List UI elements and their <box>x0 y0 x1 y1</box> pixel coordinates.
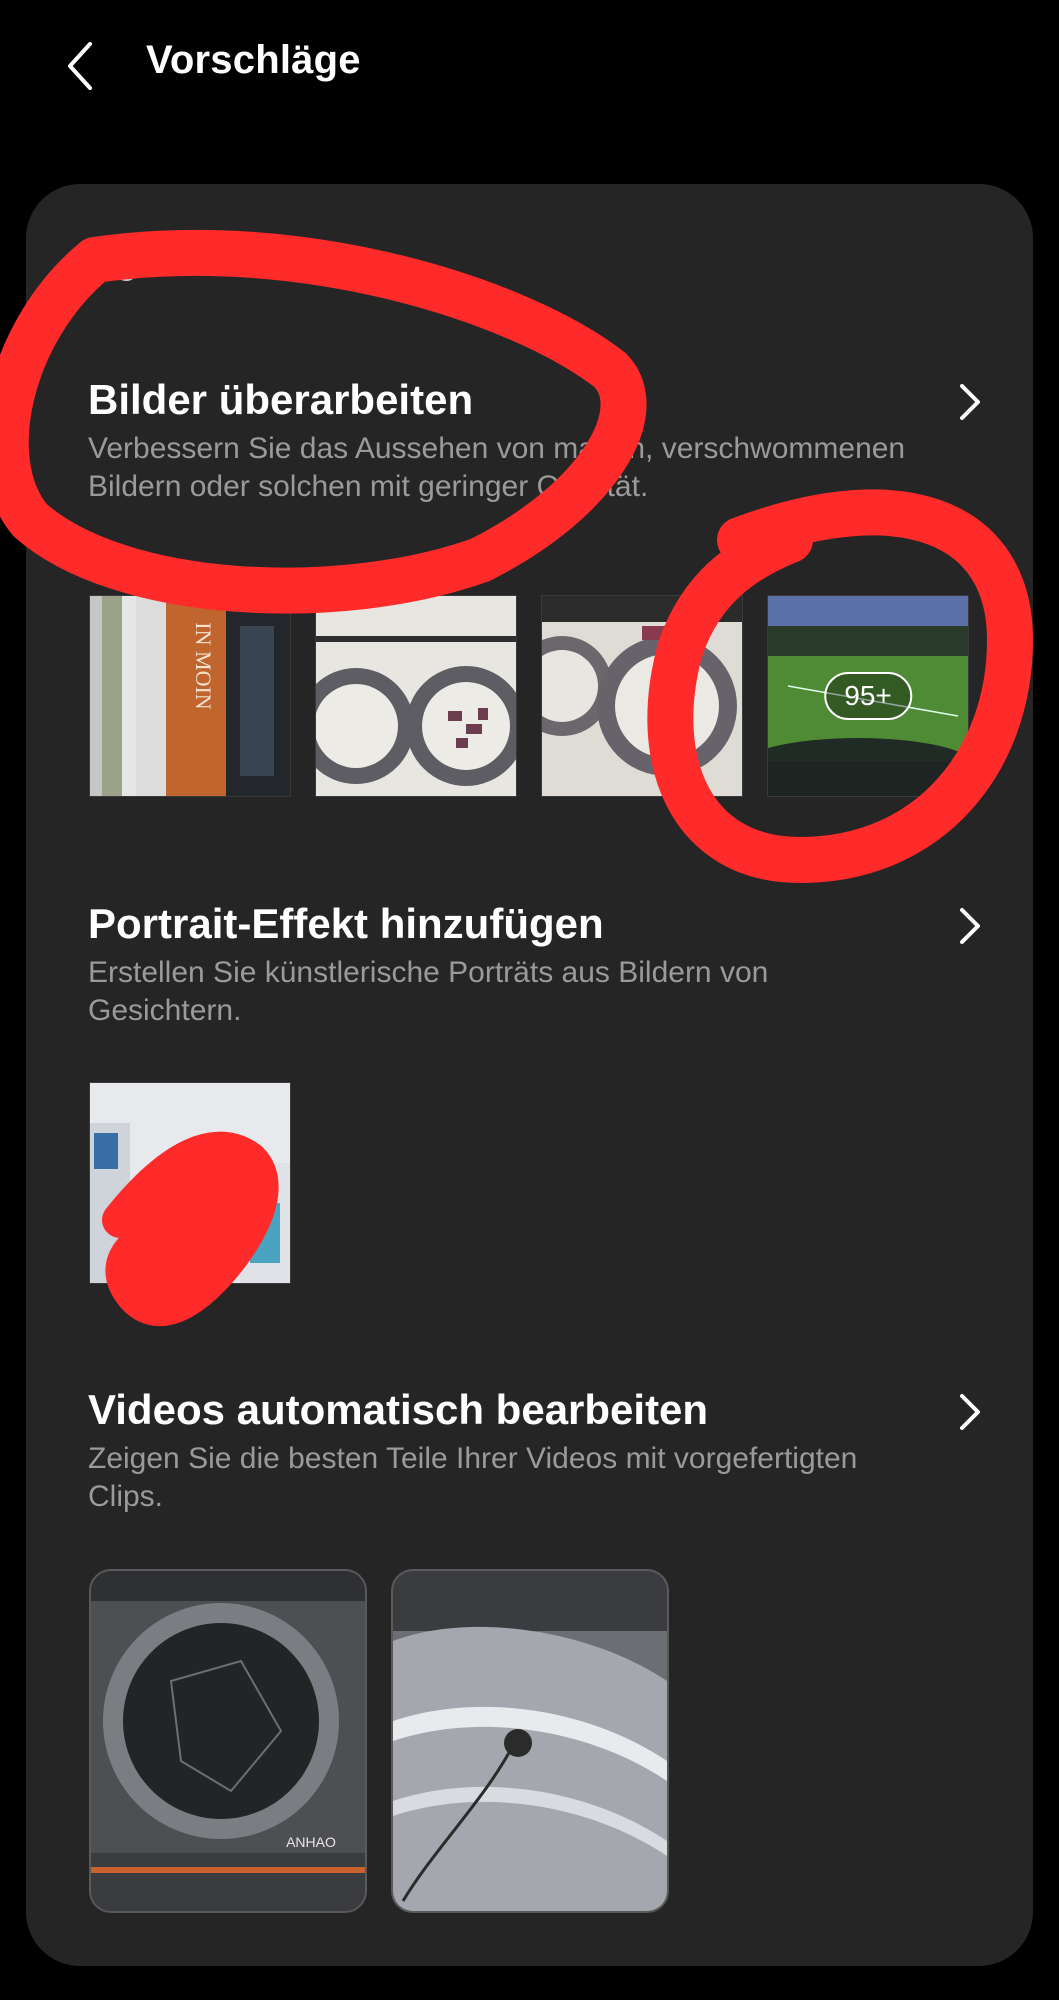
chevron-left-icon <box>68 42 92 90</box>
section-description: Zeigen Sie die besten Teile Ihrer Videos… <box>88 1442 858 1513</box>
section-auto-edit-videos[interactable]: Videos automatisch bearbeiten Zeigen Sie… <box>88 1384 988 1516</box>
chevron-right-icon <box>960 1394 980 1430</box>
section-title: Portrait-Effekt hinzufügen <box>88 900 604 947</box>
banner-lettering: IN MOIN <box>191 622 216 709</box>
suggestions-screen: Vorschläge ...gieren Bilder überarbeiten… <box>0 0 1059 2000</box>
image-thumbnail-rings[interactable] <box>315 595 517 797</box>
section-title: Bilder überarbeiten <box>88 376 474 423</box>
more-images-count-badge: 95+ <box>824 672 912 720</box>
suggestions-card: ...gieren Bilder überarbeiten Verbessern… <box>26 184 1033 1966</box>
logo-lettering: ANHAO <box>286 1834 336 1850</box>
page-title: Vorschläge <box>146 38 361 82</box>
chevron-right-icon <box>960 384 980 420</box>
video-thumbnail-print-bed[interactable]: ANHAO <box>89 1569 367 1913</box>
app-header: Vorschläge <box>0 0 1059 140</box>
back-button[interactable] <box>58 34 104 98</box>
image-thumbnail-banner[interactable]: IN MOIN <box>89 595 291 797</box>
section-enhance-images[interactable]: Bilder überarbeiten Verbessern Sie das A… <box>88 374 988 506</box>
section-description: Erstellen Sie künstlerische Porträts aus… <box>88 956 769 1027</box>
section-group-header: ...gieren <box>88 244 219 282</box>
section-title: Videos automatisch bearbeiten <box>88 1386 709 1433</box>
video-thumbnail-pipe[interactable] <box>391 1569 669 1913</box>
image-thumbnail-stadium[interactable]: 95+ <box>767 595 969 797</box>
chevron-right-icon <box>960 908 980 944</box>
image-thumbnail-frame[interactable] <box>541 595 743 797</box>
section-description: Verbessern Sie das Aussehen von matten, … <box>88 432 906 503</box>
image-thumbnail-portrait[interactable] <box>89 1082 291 1284</box>
section-portrait-effect[interactable]: Portrait-Effekt hinzufügen Erstellen Sie… <box>88 898 988 1030</box>
